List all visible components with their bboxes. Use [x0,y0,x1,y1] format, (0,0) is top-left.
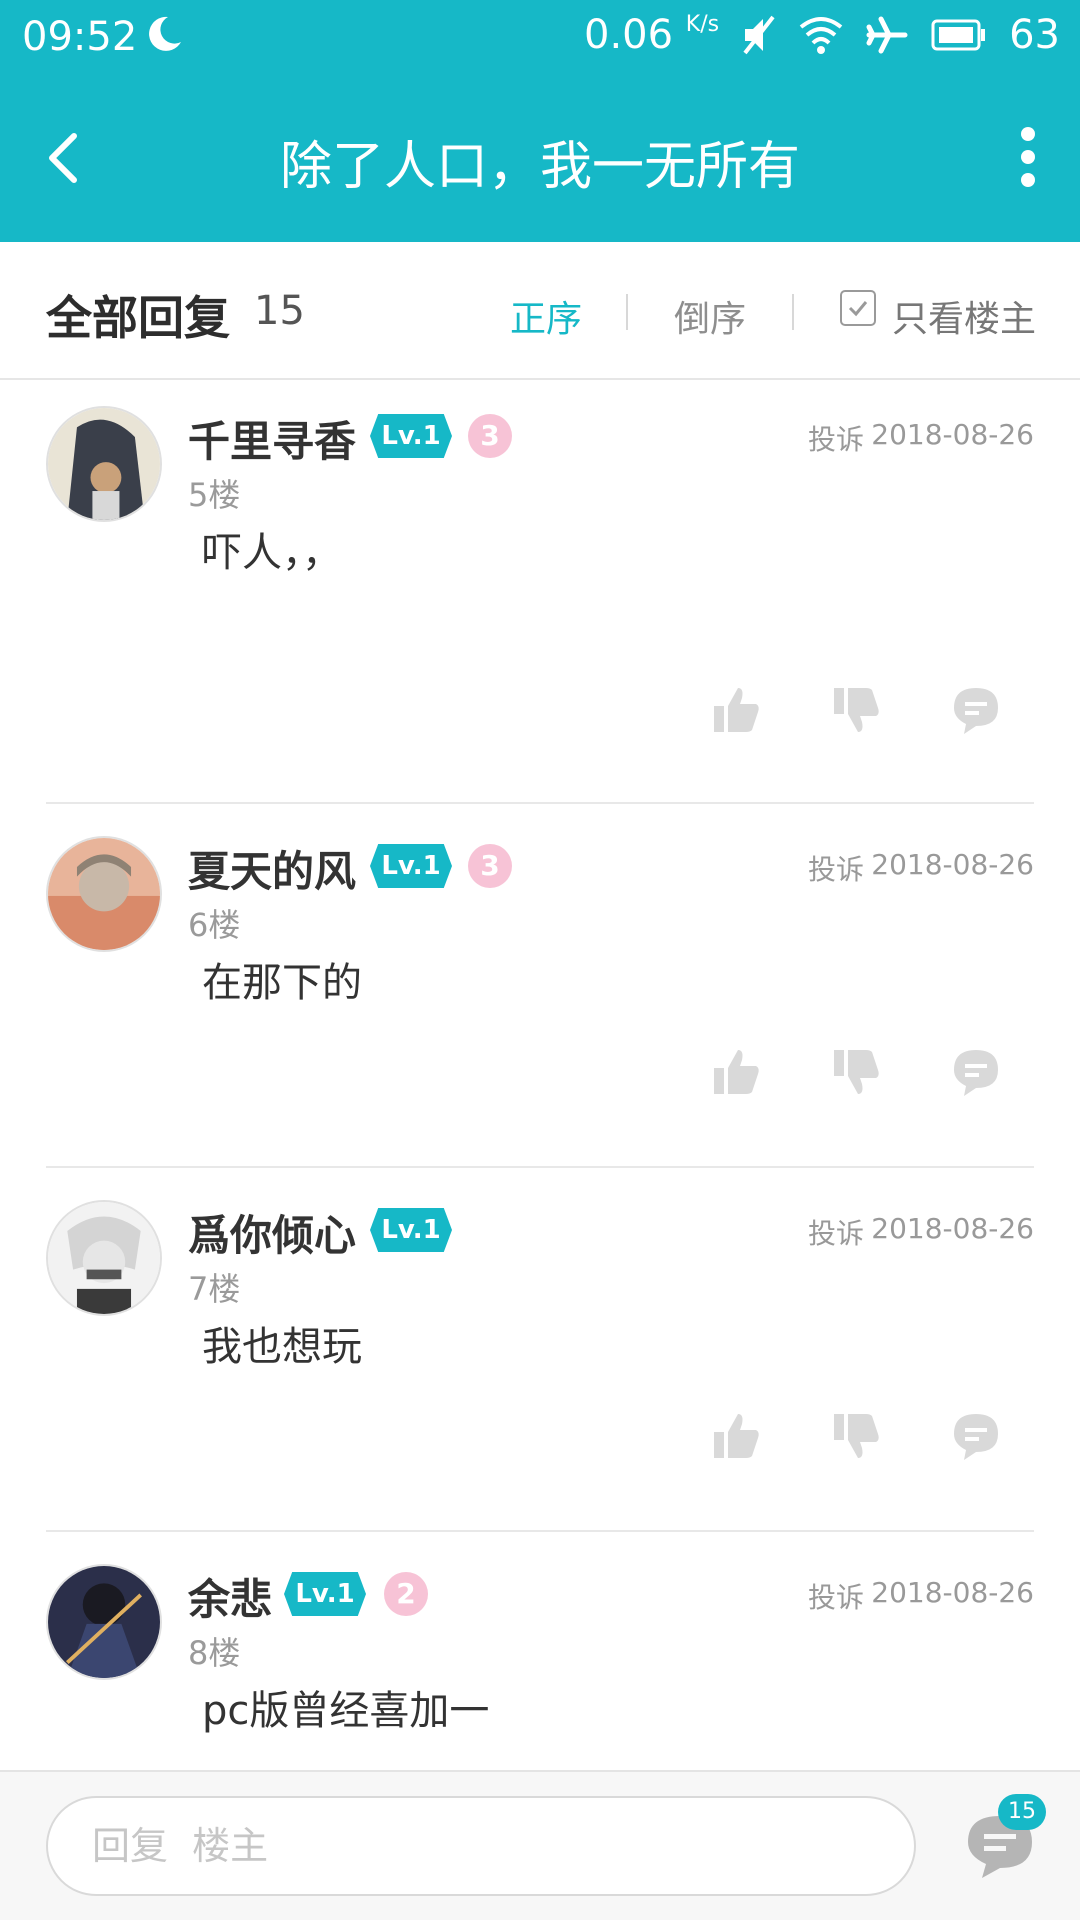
username[interactable]: 夏天的风 [188,838,356,899]
level-badge: Lv.1 [284,1572,366,1616]
reply-content: 我也想玩 [202,1324,362,1370]
username[interactable]: 千里寻香 [188,408,356,469]
order-asc-button[interactable]: 正序 [510,290,582,342]
username[interactable]: 爲你倾心 [188,1202,356,1263]
reply-item: 夏天的风 Lv.1 3 投诉 2018-08-26 6楼 在那下的 [0,814,1080,1178]
reply-item: 千里寻香 Lv.1 3 投诉 2018-08-26 5楼 吓人，， [0,384,1080,804]
reply-actions [0,684,1080,744]
only-op-label[interactable]: 只看楼主 [892,290,1036,342]
reply-actions [0,1410,1080,1470]
only-op-checkbox[interactable] [840,290,876,326]
complain-link[interactable]: 投诉 [808,418,864,458]
avatar[interactable] [46,406,162,522]
post-date: 2018-08-26 [871,848,1034,881]
status-bar: 09:52 0.06 K/s 63 [0,0,1080,76]
medal-badge: 3 [468,414,512,458]
comment-icon[interactable] [950,1410,1002,1462]
post-date: 2018-08-26 [871,418,1034,451]
reply-filter-bar: 全部回复 15 正序 倒序 只看楼主 [0,242,1080,380]
page-title: 除了人口，我一无所有 [279,137,800,197]
reply-content: 在那下的 [202,960,362,1006]
reply-input[interactable] [46,1796,916,1896]
floor-number: 6楼 [188,906,241,944]
thumbs-down-icon[interactable] [830,1046,882,1098]
divider [792,294,794,330]
avatar[interactable] [46,1200,162,1316]
post-date: 2018-08-26 [871,1576,1034,1609]
check-icon [848,301,868,317]
thumbs-up-icon[interactable] [710,1410,762,1462]
level-badge: Lv.1 [370,1208,452,1252]
title-bar: 除了人口，我一无所有 [0,76,1080,242]
reply-bar: 15 [0,1770,1080,1920]
thumbs-down-icon[interactable] [830,1410,882,1462]
thumbs-up-icon[interactable] [710,684,762,736]
divider [46,802,1034,804]
network-speed: 0.06 K/s [584,12,720,58]
reply-item: 爲你倾心 Lv.1 投诉 2018-08-26 7楼 我也想玩 [0,1178,1080,1542]
avatar[interactable] [46,836,162,952]
medal-badge: 2 [384,1572,428,1616]
level-badge: Lv.1 [370,414,452,458]
moon-icon [149,16,181,51]
floor-number: 7楼 [188,1270,241,1308]
complain-link[interactable]: 投诉 [808,1212,864,1252]
status-time: 09:52 [22,14,138,60]
battery-icon [931,19,986,51]
thumbs-down-icon[interactable] [830,684,882,736]
complain-link[interactable]: 投诉 [808,848,864,888]
airplane-icon [866,16,908,54]
reply-actions [0,1046,1080,1106]
floor-number: 5楼 [188,476,241,514]
wifi-icon [799,17,843,54]
username[interactable]: 余悲 [188,1566,272,1627]
reply-count: 15 [254,288,305,334]
mute-icon [743,15,775,55]
complain-link[interactable]: 投诉 [808,1576,864,1616]
battery-percent: 63 [1009,12,1060,58]
comment-count-badge: 15 [998,1794,1046,1830]
reply-item: 余悲 Lv.1 2 投诉 2018-08-26 8楼 pc版曾经喜加一 [0,1542,1080,1770]
floor-number: 8楼 [188,1634,241,1672]
comment-icon[interactable] [950,1046,1002,1098]
medal-badge: 3 [468,844,512,888]
divider [46,1166,1034,1168]
reply-content: pc版曾经喜加一 [202,1688,490,1734]
all-replies-label: 全部回复 [46,291,230,345]
divider [46,1530,1034,1532]
level-badge: Lv.1 [370,844,452,888]
reply-content: 吓人，， [202,530,342,576]
post-date: 2018-08-26 [871,1212,1034,1245]
thumbs-up-icon[interactable] [710,1046,762,1098]
order-desc-button[interactable]: 倒序 [674,290,746,342]
more-vertical-icon[interactable] [1016,126,1040,188]
avatar[interactable] [46,1564,162,1680]
comment-icon[interactable] [950,684,1002,736]
divider [626,294,628,330]
